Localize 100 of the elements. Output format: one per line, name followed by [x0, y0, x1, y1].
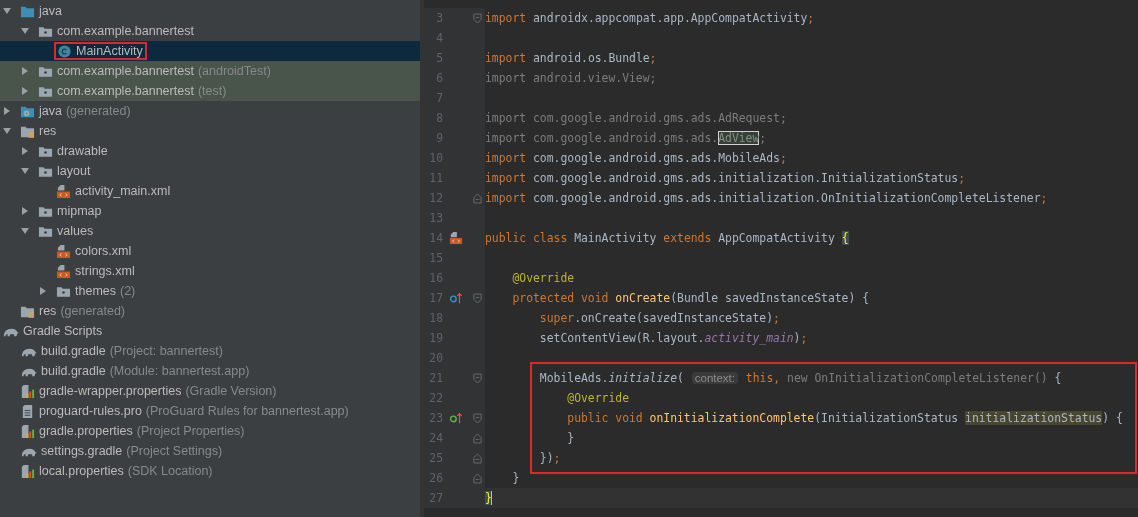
item-label: layout: [57, 164, 91, 178]
expanded-arrow-icon[interactable]: [20, 226, 30, 236]
tree-item[interactable]: settings.gradle (Project Settings): [0, 441, 420, 461]
item-note: (SDK Location): [127, 464, 213, 478]
fold-icon[interactable]: [472, 292, 482, 304]
layout-file-icon[interactable]: [449, 231, 463, 245]
item-label: java: [39, 104, 62, 118]
fold-end-icon[interactable]: [472, 452, 482, 464]
code-line: @Override: [512, 271, 575, 285]
fold-end-icon[interactable]: [472, 432, 482, 444]
item-label: drawable: [57, 144, 108, 158]
tree-item[interactable]: java: [0, 1, 420, 21]
fold-end-icon[interactable]: [472, 192, 482, 204]
code-line: import android.view.View;: [485, 71, 657, 85]
tree-item[interactable]: com.example.bannertest (test): [0, 81, 420, 101]
tree-item[interactable]: local.properties (SDK Location): [0, 461, 420, 481]
item-label: com.example.bannertest: [57, 84, 194, 98]
fold-icon[interactable]: [472, 412, 482, 424]
override-marker-icon[interactable]: [449, 291, 463, 305]
expanded-arrow-icon[interactable]: [2, 6, 12, 16]
properties-file-icon: [20, 383, 35, 399]
tree-item[interactable]: layout: [0, 161, 420, 181]
item-label: Gradle Scripts: [23, 324, 103, 338]
code-line: import com.google.android.gms.ads.initialization.InitializationStatus;: [485, 171, 966, 185]
tree-item[interactable]: build.gradle (Module: bannertest.app): [0, 361, 420, 381]
layout-file-icon: [56, 263, 71, 279]
tree-item[interactable]: res: [0, 121, 420, 141]
code-line: public class MainActivity extends AppCompatActivity {: [485, 231, 849, 245]
item-label: colors.xml: [75, 244, 132, 258]
tree-item[interactable]: colors.xml: [0, 241, 420, 261]
collapsed-arrow-icon[interactable]: [20, 66, 30, 76]
item-label: MainActivity: [76, 44, 143, 58]
layout-file-icon: [56, 183, 71, 199]
item-label: java: [39, 4, 62, 18]
fold-end-icon[interactable]: [472, 472, 482, 484]
expanded-arrow-icon[interactable]: [20, 26, 30, 36]
item-note: (generated): [60, 304, 125, 318]
item-note: (ProGuard Rules for bannertest.app): [145, 404, 349, 418]
item-note: (generated): [65, 104, 131, 118]
item-label: res: [39, 124, 57, 138]
code-line: import com.google.android.gms.ads.initialization.OnInitializationCompleteListener;: [485, 191, 1048, 205]
properties-file-icon: [20, 423, 35, 439]
tree-item[interactable]: MainActivity: [0, 41, 420, 61]
code-line: @Override: [567, 391, 629, 405]
code-line: MobileAds.initialize( context: this, new OnInitializationCompleteListener() {: [539, 371, 1062, 385]
item-note: (Project Settings): [126, 444, 223, 458]
tree-item[interactable]: com.example.bannertest (androidTest): [0, 61, 420, 81]
tree-item[interactable]: activity_main.xml: [0, 181, 420, 201]
item-note: (Gradle Version): [185, 384, 277, 398]
tree-item[interactable]: com.example.bannertest: [0, 21, 420, 41]
tree-item[interactable]: java (generated): [0, 101, 420, 121]
item-label: res: [39, 304, 57, 318]
tree-item[interactable]: values: [0, 221, 420, 241]
item-label: mipmap: [57, 204, 102, 218]
collapsed-arrow-icon[interactable]: [2, 106, 12, 116]
tree-item[interactable]: gradle-wrapper.properties (Gradle Version): [0, 381, 420, 401]
fold-icon[interactable]: [472, 372, 482, 384]
code-line: import android.os.Bundle;: [485, 51, 657, 65]
collapsed-arrow-icon[interactable]: [20, 86, 30, 96]
code-line: }: [512, 471, 520, 485]
code-line: import androidx.appcompat.app.AppCompatActivity;: [485, 11, 815, 25]
tree-item[interactable]: res (generated): [0, 301, 420, 321]
tree-item[interactable]: strings.xml: [0, 261, 420, 281]
tree-item[interactable]: proguard-rules.pro (ProGuard Rules for bannertest.app): [0, 401, 420, 421]
item-label: gradle.properties: [39, 424, 133, 438]
class-icon: [57, 43, 72, 59]
code-line: });: [539, 451, 561, 465]
tree-item[interactable]: mipmap: [0, 201, 420, 221]
item-label: activity_main.xml: [75, 184, 171, 198]
tree-item[interactable]: gradle.properties (Project Properties): [0, 421, 420, 441]
item-label: com.example.bannertest: [57, 24, 194, 38]
tree-item[interactable]: build.gradle (Project: bannertest): [0, 341, 420, 361]
item-note: (Project Properties): [136, 424, 245, 438]
text-file-icon: [20, 403, 35, 419]
item-label: com.example.bannertest: [57, 64, 194, 78]
item-label: values: [57, 224, 94, 238]
item-label: settings.gradle: [41, 444, 123, 458]
tree-item[interactable]: themes (2): [0, 281, 420, 301]
code-line: import com.google.android.gms.ads.AdRequest;: [485, 111, 787, 125]
implement-marker-icon[interactable]: [449, 411, 463, 425]
fold-icon[interactable]: [472, 12, 482, 24]
expanded-arrow-icon[interactable]: [20, 166, 30, 176]
item-note: (Module: bannertest.app): [109, 364, 250, 378]
tree-item[interactable]: drawable: [0, 141, 420, 161]
code-line: import com.google.android.gms.ads.MobileAds;: [485, 151, 787, 165]
code-line: setContentView(R.layout.activity_main);: [539, 331, 808, 345]
collapsed-arrow-icon[interactable]: [20, 206, 30, 216]
item-note: (test): [197, 84, 227, 98]
code-line: super.onCreate(savedInstanceState);: [539, 311, 780, 325]
expanded-arrow-icon[interactable]: [2, 126, 12, 136]
code-line: }: [567, 431, 575, 445]
item-label: build.gradle: [41, 364, 106, 378]
collapsed-arrow-icon[interactable]: [20, 146, 30, 156]
item-note: (Project: bannertest): [109, 344, 223, 358]
code-line: public void onInitializationComplete(InitializationStatus initializationStatus) {: [567, 411, 1123, 425]
layout-file-icon: [56, 243, 71, 259]
tree-item[interactable]: Gradle Scripts: [0, 321, 420, 341]
collapsed-arrow-icon[interactable]: [38, 286, 48, 296]
item-label: themes: [75, 284, 116, 298]
properties-file-icon: [20, 463, 35, 479]
